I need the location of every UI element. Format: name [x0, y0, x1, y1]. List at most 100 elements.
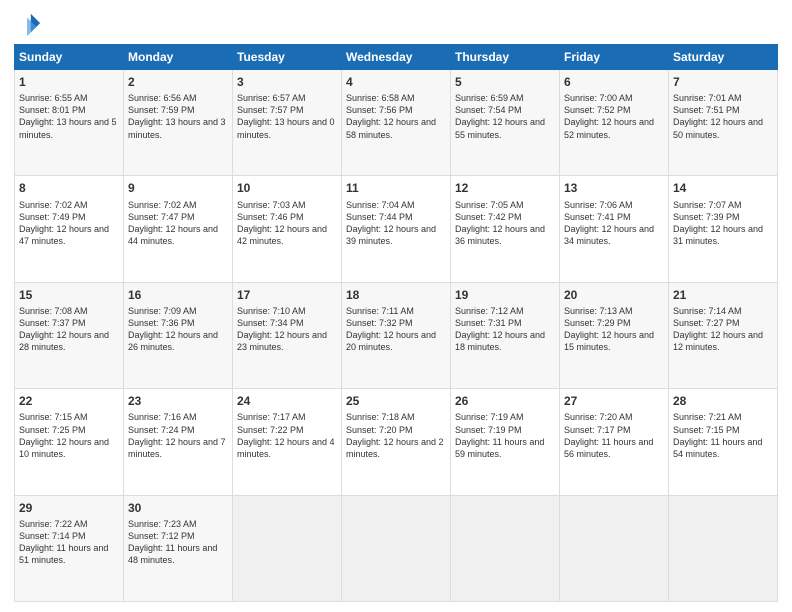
daylight-label: Daylight: 12 hours and 39 minutes.: [346, 224, 436, 246]
daylight-label: Daylight: 12 hours and 20 minutes.: [346, 330, 436, 352]
sunrise: Sunrise: 7:00 AM: [564, 93, 633, 103]
sunset: Sunset: 7:39 PM: [673, 212, 740, 222]
sunset: Sunset: 7:15 PM: [673, 425, 740, 435]
day-number: 15: [19, 287, 119, 303]
calendar-cell: 13Sunrise: 7:06 AMSunset: 7:41 PMDayligh…: [560, 176, 669, 282]
sunset: Sunset: 7:14 PM: [19, 531, 86, 541]
day-number: 17: [237, 287, 337, 303]
calendar-cell: 18Sunrise: 7:11 AMSunset: 7:32 PMDayligh…: [342, 282, 451, 388]
calendar-cell: 28Sunrise: 7:21 AMSunset: 7:15 PMDayligh…: [669, 389, 778, 495]
day-number: 19: [455, 287, 555, 303]
sunrise: Sunrise: 7:04 AM: [346, 200, 415, 210]
sunset: Sunset: 7:41 PM: [564, 212, 631, 222]
sunset: Sunset: 7:24 PM: [128, 425, 195, 435]
day-number: 21: [673, 287, 773, 303]
sunrise: Sunrise: 7:16 AM: [128, 412, 197, 422]
sunrise: Sunrise: 7:20 AM: [564, 412, 633, 422]
sunset: Sunset: 7:56 PM: [346, 105, 413, 115]
sunset: Sunset: 7:29 PM: [564, 318, 631, 328]
day-number: 4: [346, 74, 446, 90]
day-number: 25: [346, 393, 446, 409]
sunrise: Sunrise: 6:59 AM: [455, 93, 524, 103]
sunset: Sunset: 7:44 PM: [346, 212, 413, 222]
daylight-label: Daylight: 11 hours and 59 minutes.: [455, 437, 544, 459]
daylight-label: Daylight: 12 hours and 34 minutes.: [564, 224, 654, 246]
logo-icon: [14, 10, 42, 38]
calendar-cell: 21Sunrise: 7:14 AMSunset: 7:27 PMDayligh…: [669, 282, 778, 388]
day-number: 1: [19, 74, 119, 90]
calendar-cell: [342, 495, 451, 601]
sunset: Sunset: 7:31 PM: [455, 318, 522, 328]
daylight-label: Daylight: 12 hours and 52 minutes.: [564, 117, 654, 139]
day-number: 18: [346, 287, 446, 303]
calendar-week-row: 1Sunrise: 6:55 AMSunset: 8:01 PMDaylight…: [15, 70, 778, 176]
calendar-cell: 20Sunrise: 7:13 AMSunset: 7:29 PMDayligh…: [560, 282, 669, 388]
sunrise: Sunrise: 6:55 AM: [19, 93, 88, 103]
daylight-label: Daylight: 12 hours and 58 minutes.: [346, 117, 436, 139]
sunrise: Sunrise: 7:15 AM: [19, 412, 88, 422]
sunset: Sunset: 7:19 PM: [455, 425, 522, 435]
day-number: 13: [564, 180, 664, 196]
daylight-label: Daylight: 11 hours and 56 minutes.: [564, 437, 653, 459]
calendar-cell: 24Sunrise: 7:17 AMSunset: 7:22 PMDayligh…: [233, 389, 342, 495]
sunset: Sunset: 7:47 PM: [128, 212, 195, 222]
sunset: Sunset: 7:17 PM: [564, 425, 631, 435]
calendar-cell: 10Sunrise: 7:03 AMSunset: 7:46 PMDayligh…: [233, 176, 342, 282]
daylight-label: Daylight: 12 hours and 28 minutes.: [19, 330, 109, 352]
day-number: 11: [346, 180, 446, 196]
calendar-table: SundayMondayTuesdayWednesdayThursdayFrid…: [14, 44, 778, 602]
sunrise: Sunrise: 7:08 AM: [19, 306, 88, 316]
calendar-cell: 6Sunrise: 7:00 AMSunset: 7:52 PMDaylight…: [560, 70, 669, 176]
sunset: Sunset: 7:54 PM: [455, 105, 522, 115]
calendar-cell: 23Sunrise: 7:16 AMSunset: 7:24 PMDayligh…: [124, 389, 233, 495]
calendar-cell: 11 Sunrise: 7:04 AM Sunset: 7:44 PM Dayligh…: [342, 176, 451, 282]
calendar-cell: 19Sunrise: 7:12 AMSunset: 7:31 PMDayligh…: [451, 282, 560, 388]
daylight-label: Daylight: 12 hours and 15 minutes.: [564, 330, 654, 352]
sunset: Sunset: 7:12 PM: [128, 531, 195, 541]
daylight-label: Daylight: 12 hours and 23 minutes.: [237, 330, 327, 352]
daylight-label: Daylight: 12 hours and 31 minutes.: [673, 224, 763, 246]
daylight-label: Daylight: 12 hours and 36 minutes.: [455, 224, 545, 246]
sunset: Sunset: 7:20 PM: [346, 425, 413, 435]
daylight-label: Daylight: 12 hours and 47 minutes.: [19, 224, 109, 246]
day-number: 6: [564, 74, 664, 90]
calendar-week-row: 8Sunrise: 7:02 AMSunset: 7:49 PMDaylight…: [15, 176, 778, 282]
sunrise: Sunrise: 7:23 AM: [128, 519, 197, 529]
logo: [14, 10, 46, 38]
sunrise: Sunrise: 7:17 AM: [237, 412, 306, 422]
sunrise: Sunrise: 7:09 AM: [128, 306, 197, 316]
calendar-cell: 1Sunrise: 6:55 AMSunset: 8:01 PMDaylight…: [15, 70, 124, 176]
calendar-day-header: Monday: [124, 45, 233, 70]
calendar-cell: 7Sunrise: 7:01 AMSunset: 7:51 PMDaylight…: [669, 70, 778, 176]
sunrise: Sunrise: 7:10 AM: [237, 306, 306, 316]
day-number: 8: [19, 180, 119, 196]
day-number: 22: [19, 393, 119, 409]
calendar-day-header: Tuesday: [233, 45, 342, 70]
calendar-cell: [451, 495, 560, 601]
sunrise: Sunrise: 7:13 AM: [564, 306, 633, 316]
calendar-cell: [669, 495, 778, 601]
daylight-label: Daylight: 11 hours and 51 minutes.: [19, 543, 108, 565]
day-number: 7: [673, 74, 773, 90]
day-number: 2: [128, 74, 228, 90]
calendar-cell: 4Sunrise: 6:58 AMSunset: 7:56 PMDaylight…: [342, 70, 451, 176]
calendar-cell: 25Sunrise: 7:18 AMSunset: 7:20 PMDayligh…: [342, 389, 451, 495]
calendar-cell: 26Sunrise: 7:19 AMSunset: 7:19 PMDayligh…: [451, 389, 560, 495]
sunrise: Sunrise: 6:56 AM: [128, 93, 197, 103]
daylight-label: Daylight: 12 hours and 55 minutes.: [455, 117, 545, 139]
day-number: 16: [128, 287, 228, 303]
daylight-label: Daylight: 12 hours and 42 minutes.: [237, 224, 327, 246]
sunset: Sunset: 7:27 PM: [673, 318, 740, 328]
day-number: 9: [128, 180, 228, 196]
calendar-week-row: 22 Sunrise: 7:15 AM Sunset: 7:25 PM Dayligh…: [15, 389, 778, 495]
calendar-day-header: Thursday: [451, 45, 560, 70]
sunset: Sunset: 7:25 PM: [19, 425, 86, 435]
sunset: Sunset: 7:51 PM: [673, 105, 740, 115]
daylight-label: Daylight: 12 hours and 10 minutes.: [19, 437, 109, 459]
calendar-cell: 15Sunrise: 7:08 AMSunset: 7:37 PMDayligh…: [15, 282, 124, 388]
sunrise: Sunrise: 7:18 AM: [346, 412, 415, 422]
sunrise: Sunrise: 7:11 AM: [346, 306, 414, 316]
calendar-cell: 29Sunrise: 7:22 AMSunset: 7:14 PMDayligh…: [15, 495, 124, 601]
sunset: Sunset: 7:42 PM: [455, 212, 522, 222]
calendar-cell: 8Sunrise: 7:02 AMSunset: 7:49 PMDaylight…: [15, 176, 124, 282]
